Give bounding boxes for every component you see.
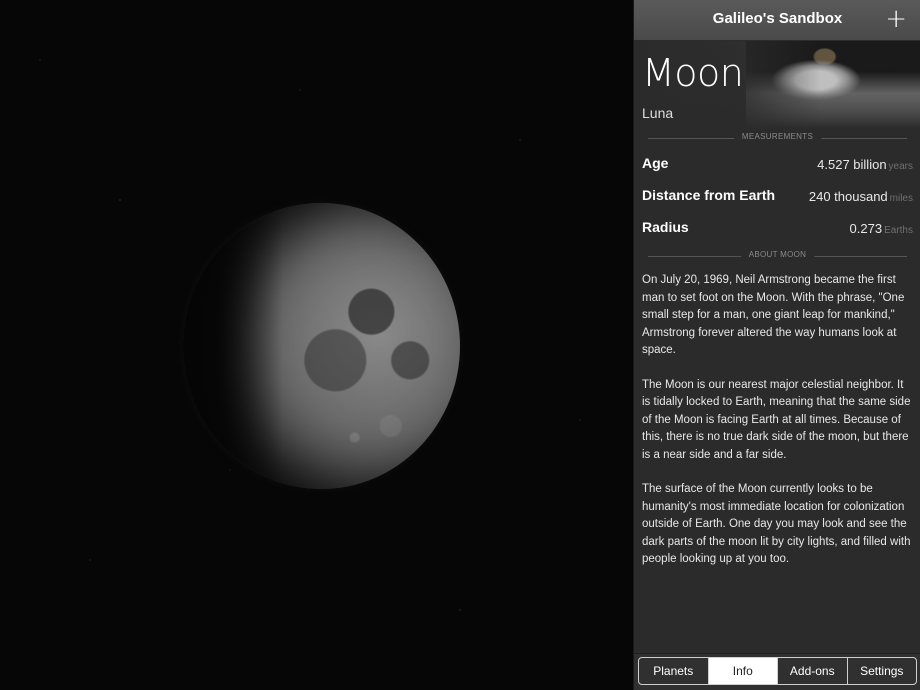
- measurement-distance: Distance from Earth 240 thousand miles: [642, 178, 913, 210]
- object-header: Moon Luna: [634, 41, 920, 128]
- measurement-label: Radius: [642, 219, 689, 235]
- measurement-unit: miles: [889, 193, 913, 204]
- measurement-number: 0.273: [849, 221, 883, 236]
- about-divider: ABOUT MOON: [648, 248, 907, 264]
- measurement-value: 240 thousand miles: [809, 189, 913, 204]
- info-panel: Galileo's Sandbox + Moon Luna MEASUREMEN…: [633, 0, 920, 690]
- navigation-bar: Galileo's Sandbox +: [634, 0, 920, 41]
- tab-bar: Planets Info Add-ons Settings: [634, 653, 920, 690]
- measurement-number: 240 thousand: [808, 189, 888, 204]
- tab-add-ons[interactable]: Add-ons: [778, 658, 848, 684]
- about-paragraph: The surface of the Moon currently looks …: [642, 483, 911, 565]
- measurement-radius: Radius 0.273 Earths: [642, 210, 913, 242]
- about-paragraph: The Moon is our nearest major celestial …: [642, 378, 911, 461]
- measurement-label: Age: [642, 155, 669, 171]
- measurement-number: 4.527 billion: [817, 157, 887, 172]
- measurement-label: Distance from Earth: [642, 187, 776, 203]
- tab-settings[interactable]: Settings: [848, 658, 917, 684]
- about-paragraph: On July 20, 1969, Neil Armstrong became …: [642, 274, 905, 356]
- measurements-heading: MEASUREMENTS: [733, 132, 822, 141]
- object-latin-name: Luna: [642, 105, 674, 121]
- tab-info[interactable]: Info: [708, 658, 778, 684]
- measurement-age: Age 4.527 billion years: [642, 146, 913, 178]
- segmented-control: Planets Info Add-ons Settings: [638, 657, 917, 685]
- measurement-value: 0.273 Earths: [850, 221, 913, 236]
- about-text: On July 20, 1969, Neil Armstrong became …: [634, 264, 920, 569]
- moon-terminator-shadow: [183, 203, 460, 489]
- measurement-unit: years: [888, 161, 913, 172]
- app-title: Galileo's Sandbox: [712, 10, 843, 27]
- measurements-divider: MEASUREMENTS: [648, 130, 907, 146]
- measurement-unit: Earths: [884, 225, 913, 236]
- measurement-value: 4.527 billion years: [817, 157, 913, 172]
- object-name: Moon: [642, 51, 744, 95]
- space-viewport[interactable]: [0, 0, 633, 690]
- tab-planets[interactable]: Planets: [639, 658, 709, 684]
- add-icon[interactable]: +: [885, 4, 907, 34]
- about-heading: ABOUT MOON: [740, 250, 815, 259]
